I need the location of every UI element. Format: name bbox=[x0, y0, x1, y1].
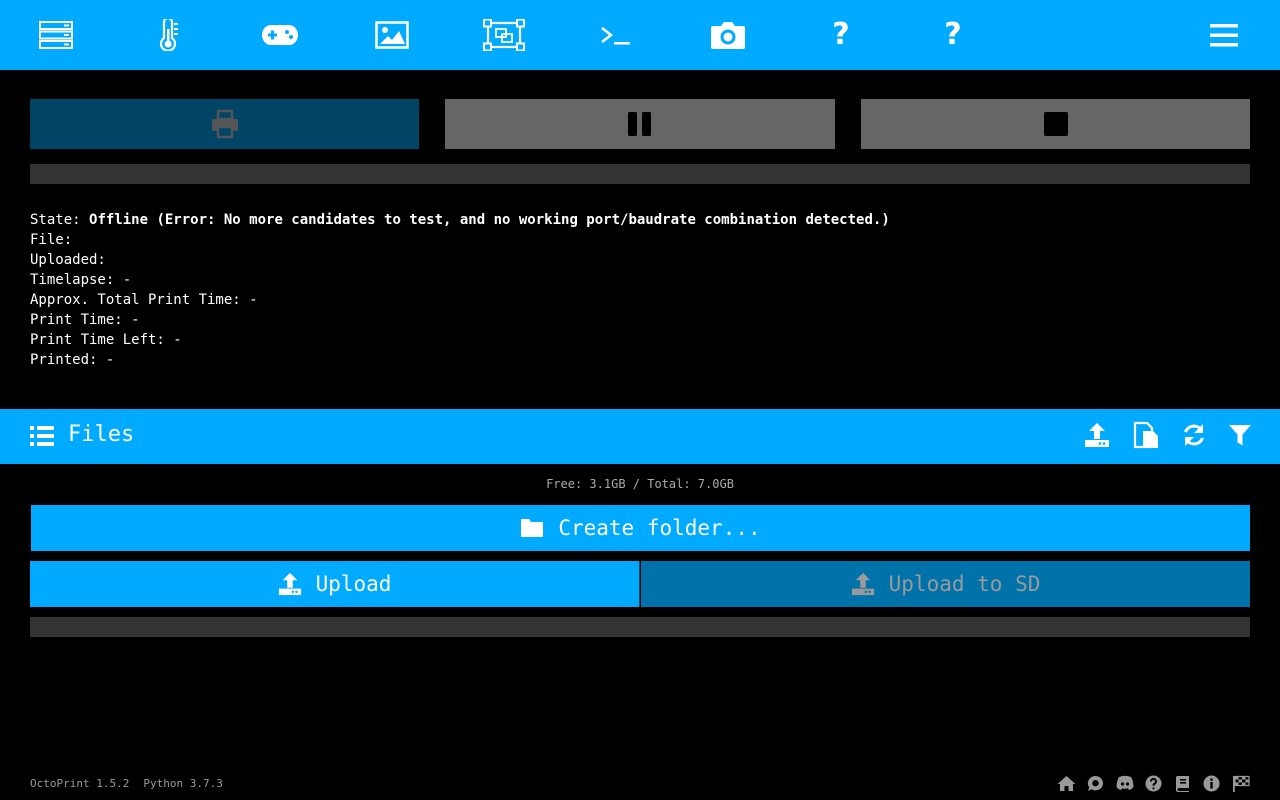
upload-to-sd-label: Upload to SD bbox=[888, 572, 1041, 596]
upload-progress-bar bbox=[30, 617, 1250, 637]
nav-server-button[interactable] bbox=[31, 11, 81, 59]
storage-info: Free: 3.1GB / Total: 7.0GB bbox=[546, 477, 734, 491]
upload-label: Upload bbox=[315, 572, 392, 596]
discord-link[interactable] bbox=[1115, 774, 1134, 792]
upload-button[interactable]: Upload bbox=[30, 561, 640, 607]
question-circle-icon bbox=[1145, 775, 1162, 791]
footer-links bbox=[1057, 774, 1250, 792]
stop-icon bbox=[1043, 112, 1068, 136]
upload-icon bbox=[851, 572, 874, 596]
homepage-link[interactable] bbox=[1057, 774, 1076, 792]
nav-control-button[interactable] bbox=[255, 11, 305, 59]
nav-terminal-button[interactable] bbox=[591, 11, 641, 59]
files-filter-button[interactable] bbox=[1224, 419, 1256, 451]
print-icon bbox=[211, 109, 238, 139]
about-link[interactable] bbox=[1202, 774, 1221, 792]
top-navbar: ? ? bbox=[0, 0, 1280, 70]
nav-webcam-button[interactable] bbox=[703, 11, 753, 59]
file-row: File: bbox=[30, 232, 81, 248]
uploaded-row: Uploaded: bbox=[30, 252, 115, 268]
files-header: Files bbox=[0, 409, 1280, 464]
question-icon: ? bbox=[832, 17, 850, 52]
print-button[interactable] bbox=[30, 99, 419, 149]
nav-menu-button[interactable] bbox=[1199, 11, 1249, 59]
documentation-link[interactable] bbox=[1173, 774, 1192, 792]
nav-temperature-button[interactable] bbox=[143, 11, 193, 59]
state-row: State: Offline (Error: No more candidate… bbox=[30, 212, 890, 228]
print-time-left-row: Print Time Left: - bbox=[30, 332, 182, 348]
faq-link[interactable] bbox=[1144, 774, 1163, 792]
files-refresh-button[interactable] bbox=[1178, 419, 1210, 451]
question-icon: ? bbox=[944, 17, 962, 52]
files-title: Files bbox=[68, 422, 135, 447]
files-upload-button[interactable] bbox=[1081, 419, 1113, 451]
refresh-icon bbox=[1184, 424, 1204, 446]
checkered-flag-icon bbox=[1232, 775, 1250, 792]
create-folder-label: Create folder... bbox=[558, 516, 761, 540]
hamburger-menu-icon bbox=[1210, 24, 1238, 47]
forum-link[interactable] bbox=[1086, 774, 1105, 792]
nav-help-button-2[interactable]: ? bbox=[928, 11, 978, 59]
server-icon bbox=[39, 21, 73, 49]
sd-card-icon bbox=[1133, 421, 1158, 449]
system-info-link[interactable] bbox=[1231, 774, 1250, 792]
home-icon bbox=[1057, 775, 1076, 791]
printer-state-panel: State: Offline (Error: No more candidate… bbox=[30, 210, 890, 370]
info-circle-icon bbox=[1203, 775, 1220, 791]
gamepad-icon bbox=[262, 25, 298, 45]
filter-icon bbox=[1229, 425, 1251, 446]
book-icon bbox=[1175, 775, 1189, 792]
discourse-icon bbox=[1087, 775, 1103, 791]
timelapse-row: Timelapse: - bbox=[30, 272, 132, 288]
list-icon bbox=[30, 426, 54, 446]
create-folder-button[interactable]: Create folder... bbox=[31, 505, 1250, 551]
files-sd-button[interactable] bbox=[1130, 419, 1162, 451]
python-version: Python 3.7.3 bbox=[143, 777, 223, 790]
octoprint-version: OctoPrint 1.5.2 bbox=[30, 777, 130, 790]
folder-icon bbox=[521, 519, 544, 537]
nav-gcode-viewer-button[interactable] bbox=[367, 11, 417, 59]
terminal-icon bbox=[601, 27, 630, 45]
object-group-icon bbox=[483, 19, 525, 51]
pause-icon bbox=[628, 112, 651, 136]
print-progress-bar bbox=[30, 164, 1250, 184]
printed-row: Printed: - bbox=[30, 352, 115, 368]
print-time-row: Print Time: - bbox=[30, 312, 140, 328]
upload-icon bbox=[278, 572, 301, 596]
cancel-button[interactable] bbox=[861, 99, 1250, 149]
discord-icon bbox=[1116, 775, 1133, 790]
upload-to-sd-button[interactable]: Upload to SD bbox=[641, 561, 1250, 607]
camera-icon bbox=[711, 22, 745, 49]
thermometer-icon bbox=[159, 19, 178, 51]
upload-icon bbox=[1085, 423, 1109, 447]
pause-button[interactable] bbox=[445, 99, 835, 149]
footer-versions: OctoPrint 1.5.2 Python 3.7.3 bbox=[30, 777, 237, 790]
nav-objects-button[interactable] bbox=[479, 11, 529, 59]
nav-help-button-1[interactable]: ? bbox=[816, 11, 866, 59]
approx-total-print-time-row: Approx. Total Print Time: - bbox=[30, 292, 258, 308]
state-value: Offline (Error: No more candidates to te… bbox=[89, 212, 890, 228]
image-icon bbox=[375, 21, 409, 49]
